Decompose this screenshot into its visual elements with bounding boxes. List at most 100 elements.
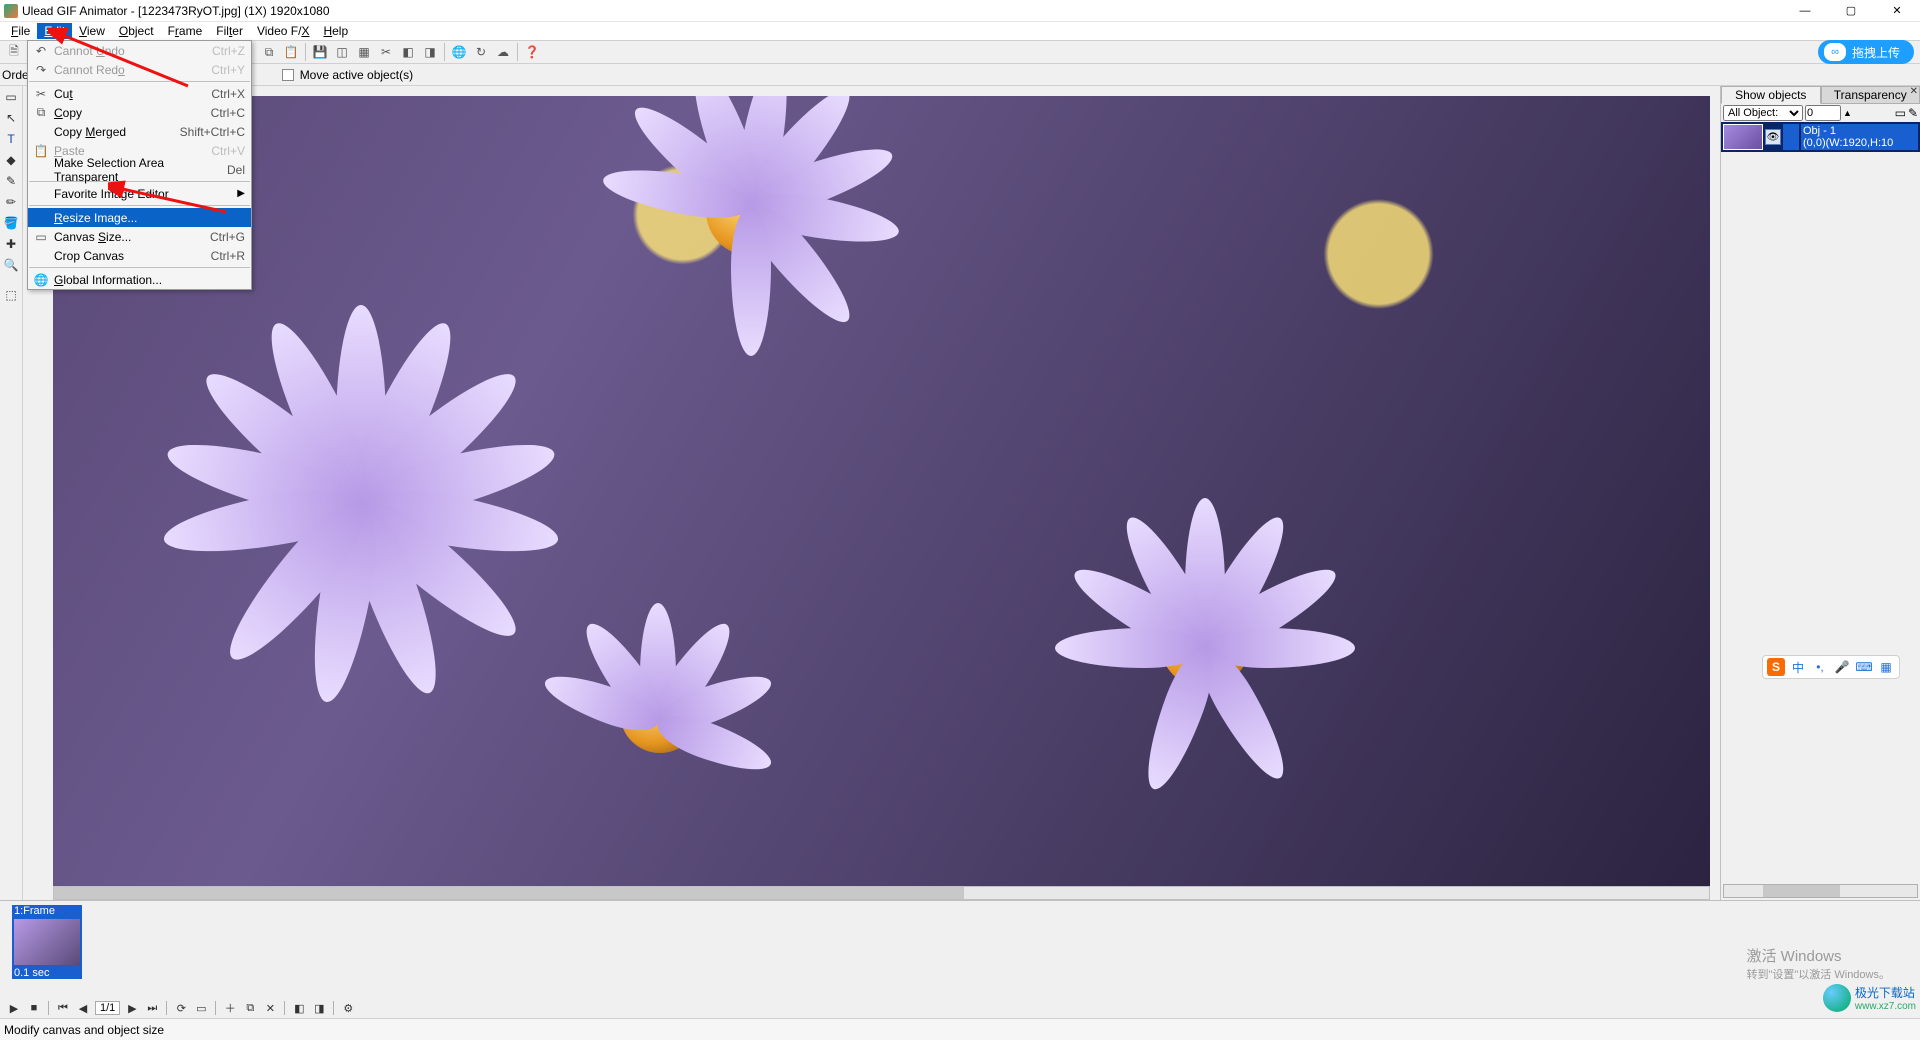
menu-video-fx[interactable]: Video F/X [250,23,317,39]
add-frame-icon[interactable]: ＋ [222,1000,238,1016]
tool-zoom-icon[interactable]: 🔍 [2,256,20,274]
visibility-icon[interactable]: 👁 [1765,129,1781,145]
edit-menu-item[interactable]: ▭Canvas Size...Ctrl+G [28,227,251,246]
move-checkbox[interactable] [282,69,294,81]
menu-shortcut: Shift+Ctrl+C [180,125,245,139]
tool-eraser-icon[interactable]: ✎ [2,172,20,190]
canvas-image [53,96,1710,886]
window-title: Ulead GIF Animator - [1223473RyOT.jpg] (… [22,4,1782,18]
frame-tool-icon[interactable]: ◧ [291,1000,307,1016]
ime-keyboard-icon[interactable]: ⌨ [1855,658,1873,676]
prev-frame-icon[interactable]: ◀ [75,1000,91,1016]
frames-panel: 1:Frame 0.1 sec ▶ ■ ⏮ ◀ 1/1 ▶ ⏭ ⟳ ▭ ＋ ⧉ … [0,900,1920,1018]
status-bar: Modify canvas and object size [0,1018,1920,1040]
edit-menu-item[interactable]: Copy Merged Shift+Ctrl+C [28,122,251,141]
canvas-h-scrollbar[interactable] [53,886,1710,900]
menu-shortcut: Ctrl+C [211,106,245,120]
edit-menu-item[interactable]: Make Selection Area TransparentDel [28,160,251,179]
menu-item-label: Global Information... [54,273,162,287]
frame-props-icon[interactable]: ⚙ [340,1000,356,1016]
cloud-icon: ∞ [1824,43,1846,61]
canvas-region [23,86,1720,900]
copy-icon[interactable]: ⧉ [259,42,279,62]
delete-frame-icon[interactable]: ✕ [262,1000,278,1016]
canvas[interactable] [53,96,1710,886]
save-icon[interactable]: 💾 [310,42,330,62]
globe-icon[interactable]: 🌐 [449,42,469,62]
panel-close-icon[interactable]: ✕ [1910,86,1918,97]
ime-mic-icon[interactable]: 🎤 [1833,658,1851,676]
next-frame-icon[interactable]: ▶ [124,1000,140,1016]
menu-filter[interactable]: Filter [209,23,250,39]
menu-item-icon: ↶ [33,44,49,58]
menu-bar: File Edit View Object Frame Filter Video… [0,22,1920,40]
menu-item-icon: ⧉ [33,105,49,120]
object-item[interactable]: 👁 Obj - 1 (0,0)(W:1920,H:10 [1723,124,1918,150]
upload-button[interactable]: ∞ 拖拽上传 [1818,40,1914,64]
menu-shortcut: Del [227,163,245,177]
new-icon[interactable]: 🗎 [4,42,24,62]
close-window-button[interactable]: ✕ [1874,0,1920,22]
opacity-input[interactable] [1805,105,1841,121]
play-icon[interactable]: ▶ [6,1000,22,1016]
tool-icon[interactable]: ◫ [332,42,352,62]
submenu-arrow-icon: ▶ [237,188,245,199]
menu-item-label: Copy [54,106,82,120]
cut-icon[interactable]: ✂ [376,42,396,62]
ime-lang-icon[interactable]: 中 [1789,658,1807,676]
edit-menu-item[interactable]: 🌐Global Information... [28,270,251,289]
object-select-handle[interactable] [1783,124,1799,150]
ime-toolbar[interactable]: S 中 •, 🎤 ⌨ ▦ [1762,655,1900,679]
menu-item-label: Crop Canvas [54,249,124,263]
frame-tool-icon[interactable]: ◨ [311,1000,327,1016]
toolbar-separator [517,43,518,61]
menu-item-icon: 📋 [33,144,49,158]
menu-item-icon: ▭ [33,230,49,244]
duplicate-frame-icon[interactable]: ⧉ [242,1000,258,1016]
tab-show-objects[interactable]: Show objects [1721,86,1821,104]
tool-icon[interactable]: ◨ [420,42,440,62]
maximize-button[interactable]: ▢ [1828,0,1874,22]
last-frame-icon[interactable]: ⏭ [144,1000,160,1016]
stop-icon[interactable]: ■ [26,1000,42,1016]
all-objects-select[interactable]: All Object: [1723,105,1803,121]
ime-grid-icon[interactable]: ▦ [1877,658,1895,676]
tool-rect-icon[interactable]: ▭ [2,88,20,106]
frame-item[interactable]: 1:Frame 0.1 sec [12,905,82,979]
ime-logo-icon[interactable]: S [1767,658,1785,676]
tool-brush-icon[interactable]: ✏ [2,193,20,211]
order-toolbar: Order Move active object(s) [0,64,1920,86]
tab-transparency[interactable]: Transparency [1821,86,1920,104]
menu-help[interactable]: Help [316,23,355,39]
tool-icon[interactable]: ☁ [493,42,513,62]
frame-counter: 1/1 [95,1001,120,1015]
tool-fill-icon[interactable]: 🪣 [2,214,20,232]
edit-menu-item[interactable]: ⧉ Copy Ctrl+C [28,103,251,122]
panel-tool-icon[interactable]: ✎ [1908,106,1918,120]
edit-menu-item[interactable]: Crop CanvasCtrl+R [28,246,251,265]
title-bar: Ulead GIF Animator - [1223473RyOT.jpg] (… [0,0,1920,22]
ime-punct-icon[interactable]: •, [1811,658,1829,676]
menu-item-label: Copy Merged [54,125,126,139]
menu-item-icon: ↷ [33,63,49,77]
move-active-label: Move active object(s) [300,68,413,82]
paste-icon[interactable]: 📋 [281,42,301,62]
frame-tool-icon[interactable]: ▭ [193,1000,209,1016]
menu-file[interactable]: File [4,23,37,39]
tool-shape-icon[interactable]: ◆ [2,151,20,169]
panel-tool-icon[interactable]: ▭ [1895,106,1906,120]
tool-icon[interactable]: ▦ [354,42,374,62]
tool-pointer-icon[interactable]: ↖ [2,109,20,127]
tool-icon[interactable]: ◧ [398,42,418,62]
spinner-up-icon[interactable]: ▲ [1843,108,1852,118]
minimize-button[interactable]: — [1782,0,1828,22]
first-frame-icon[interactable]: ⏮ [55,1000,71,1016]
refresh-icon[interactable]: ↻ [471,42,491,62]
tool-text-icon[interactable]: T [2,130,20,148]
panel-h-scrollbar[interactable] [1723,884,1918,898]
tool-eyedrop-icon[interactable]: ✚ [2,235,20,253]
tool-colorbox-icon[interactable]: ⬚ [2,286,20,304]
help-icon[interactable]: ❓ [522,42,542,62]
annotation-arrow-icon [108,180,238,220]
loop-icon[interactable]: ⟳ [173,1000,189,1016]
